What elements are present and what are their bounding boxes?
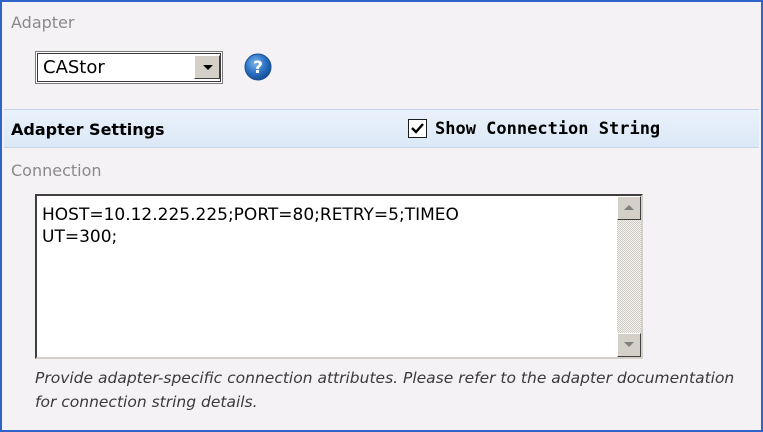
adapter-panel: Adapter CAStor ? Adapter Settings Show C… [0, 0, 763, 432]
adapter-settings-header: Adapter Settings Show Connection String [4, 109, 759, 148]
adapter-select[interactable]: CAStor [35, 51, 223, 84]
show-connection-string-checkbox[interactable] [408, 119, 427, 138]
arrow-down-icon [624, 342, 634, 347]
adapter-settings-title: Adapter Settings [11, 120, 165, 139]
connection-string-value[interactable]: HOST=10.12.225.225;PORT=80;RETRY=5;TIMEO… [42, 204, 607, 248]
connection-hint-text: Provide adapter-specific connection attr… [35, 369, 735, 411]
adapter-label: Adapter [11, 13, 75, 32]
connection-label: Connection [11, 161, 102, 180]
question-mark-icon[interactable]: ? [244, 53, 272, 81]
scroll-down-button[interactable] [617, 333, 641, 357]
dropdown-button[interactable] [194, 55, 220, 79]
vertical-scrollbar[interactable] [617, 196, 641, 357]
checkmark-icon [411, 123, 424, 134]
chevron-down-icon [203, 65, 213, 70]
show-connection-string-label[interactable]: Show Connection String [435, 119, 660, 139]
svg-text:?: ? [253, 58, 263, 78]
adapter-select-value: CAStor [43, 57, 105, 78]
scroll-up-button[interactable] [617, 196, 641, 220]
arrow-up-icon [624, 205, 634, 210]
connection-string-textarea[interactable]: HOST=10.12.225.225;PORT=80;RETRY=5;TIMEO… [35, 194, 643, 359]
